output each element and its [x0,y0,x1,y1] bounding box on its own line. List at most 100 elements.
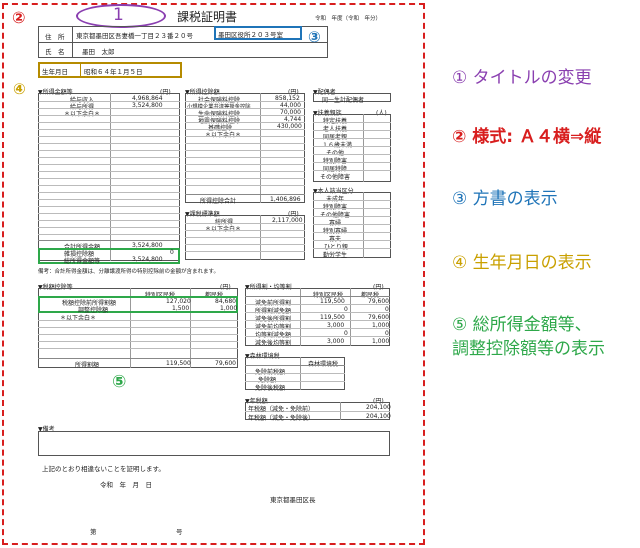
divider [185,115,305,116]
divider [245,381,345,382]
divider [38,220,180,221]
divider [38,122,180,123]
spouse-value: 同一生計配偶者 [322,97,365,104]
taxcredit-row-v1: 127,020 [166,298,191,305]
marker-2: ② [12,8,26,27]
divider [38,115,180,116]
divider [185,251,305,252]
divider [313,130,391,131]
taxcredit-row-v2: 84,680 [215,298,236,305]
divider [245,320,390,321]
divider [38,42,328,43]
divider [313,200,391,201]
katagaki-value: 墨田区役所２０３号室 [218,31,283,39]
divider [38,157,180,158]
income-sum-value: 3,524,800 [132,256,163,263]
divider [38,129,180,130]
deduct-total-value: 1,406,896 [270,196,301,203]
divider [185,244,305,245]
divider [185,150,305,151]
annual-row-value: 204,100 [366,404,391,411]
note-adjust-deduction: 調整控除額等の表示 [452,339,605,359]
divider [38,199,180,200]
levy-row-label: 減免後均等割 [255,340,292,347]
divider [38,358,238,359]
taxable-rest: ＊以下余白＊ [205,224,241,233]
divider [185,122,305,123]
bikou-box [38,431,390,456]
divider [313,154,391,155]
divider [245,365,345,366]
divider [313,138,391,139]
taxcredit-total-v2: 79,600 [215,360,236,367]
divider [38,178,180,179]
divider [110,93,111,261]
divider [185,237,305,238]
forest-col: 森林環境税 [308,359,338,368]
number-suffix: 号 [176,528,183,536]
divider [38,150,180,151]
divider [245,304,390,305]
taxcredit-total-v1: 119,500 [166,360,191,367]
note-format: ② 様式: Ａ４横⇒縦 [452,127,602,147]
divider [185,230,305,231]
divider [363,114,364,182]
divider [313,232,391,233]
annual-row-label: 年税額（減免・免除後） [248,415,315,422]
doc-year: 令和 年度（令和 年分） [315,16,382,22]
marker-5: ⑤ [112,372,127,392]
divider [185,223,305,224]
divider [80,63,81,76]
birth-label: 生年月日 [42,68,68,76]
address-label: 住 所 [45,33,65,41]
divider [38,348,238,349]
divider [38,240,180,241]
levy-row-v1: 3,000 [327,338,345,345]
divider [313,240,391,241]
divider [38,101,180,102]
divider [38,136,180,137]
divider [185,108,305,109]
divider [185,178,305,179]
cert-issuer: 東京都墨田区長 [270,496,316,504]
divider [185,129,305,130]
divider [38,213,180,214]
divider [313,224,391,225]
income-table [38,93,180,261]
divider [245,312,390,313]
note-total-income: ⑤ 総所得金額等、 [452,315,592,335]
divider [38,334,238,335]
deduct-rest: ＊以下余白＊ [205,130,241,139]
marker-3: ③ [308,28,321,46]
divider [313,170,391,171]
birth-value: 昭和６４年１月５日 [84,68,143,76]
address-value: 東京都墨田区吾妻橋一丁目２３番２０号 [76,32,193,40]
divider [260,93,261,203]
note-katagaki: ③ 方書の表示 [452,189,558,209]
divider [313,162,391,163]
divider [38,341,238,342]
divider [313,122,391,123]
divider [313,248,391,249]
annual-row-label: 年税額（減免・免除前） [248,406,315,413]
annual-row-value: 204,100 [366,413,391,420]
income-rest: ＊以下余白＊ [64,109,100,118]
divider [38,327,238,328]
divider [245,336,390,337]
doc-title: 課税証明書 [177,10,238,24]
divider [38,171,180,172]
divider [313,146,391,147]
forest-row: 免除後税額 [255,385,286,392]
divider [185,136,305,137]
name-label: 氏 名 [45,48,65,56]
taxcredit-row-v2: 1,000 [220,305,238,312]
divider [38,143,180,144]
divider [185,164,305,165]
divider [38,320,238,321]
divider [245,296,390,297]
remark-text: 備考：合計所得金額は、分離譲渡所得の特別控除前の金額が含まれます。 [38,269,219,275]
divider [38,108,180,109]
divider [185,194,305,195]
deduct-total-label: 所得控除合計 [200,198,237,205]
name-value: 墨田 太郎 [82,48,115,56]
